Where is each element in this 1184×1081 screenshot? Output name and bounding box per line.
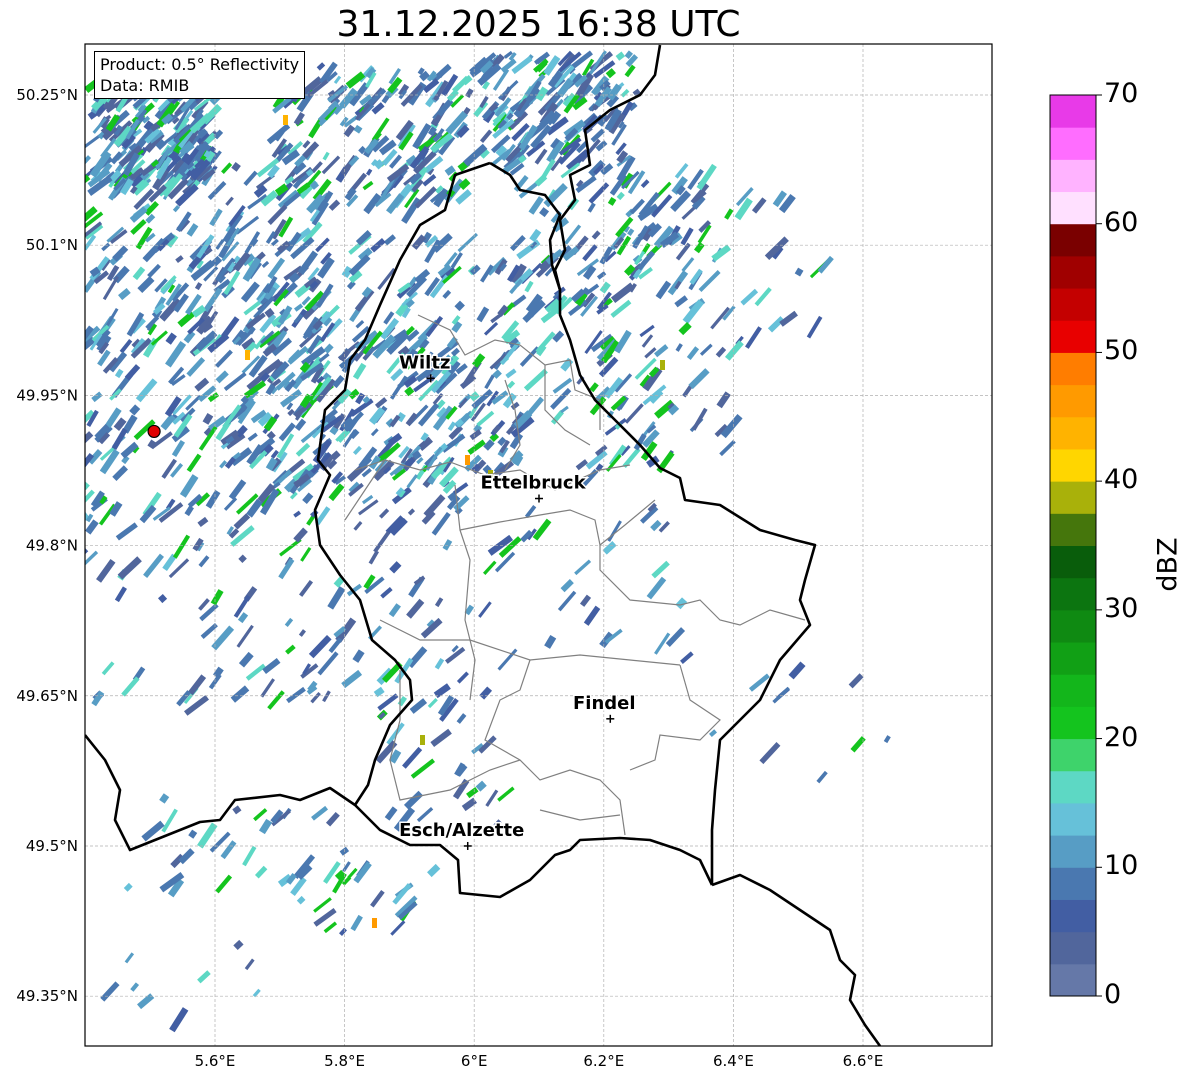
- product-info-box: Product: 0.5° Reflectivity Data: RMIB: [94, 51, 306, 99]
- colorbar-tick-label: 70: [1104, 78, 1139, 109]
- lat-tick-label: 49.65°N: [16, 687, 78, 705]
- colorbar-swatch: [1050, 706, 1096, 740]
- colorbar-swatch: [1050, 384, 1096, 418]
- colorbar-swatch: [1050, 416, 1096, 450]
- lon-tick-label: 5.8°E: [324, 1052, 365, 1070]
- colorbar-swatch: [1050, 288, 1096, 321]
- colorbar-swatch: [1050, 95, 1096, 128]
- lon-tick-label: 6.4°E: [713, 1052, 754, 1070]
- colorbar-swatch: [1050, 127, 1096, 160]
- colorbar-swatch: [1050, 159, 1096, 193]
- colorbar-swatch: [1050, 738, 1096, 772]
- strong-echo-cell: [660, 360, 665, 370]
- colorbar-tick-label: 50: [1104, 335, 1139, 367]
- strong-echo-cell: [465, 455, 470, 465]
- radar-map: 5.6°E 5.8°E 6°E 6.2°E 6.4°E 6.6°E 50.25°N 50.1°…: [16, 43, 1102, 1070]
- lon-tick-label: 6.6°E: [843, 1052, 884, 1070]
- colorbar-tick-label: 30: [1104, 592, 1139, 624]
- colorbar-swatch: [1050, 609, 1096, 643]
- colorbar-unit-label: dBZ: [1152, 537, 1184, 592]
- colorbar-swatch: [1050, 191, 1096, 225]
- lat-tick-label: 49.8°N: [26, 537, 78, 555]
- colorbar-tick-label: 20: [1104, 721, 1139, 753]
- strong-echo-cell: [283, 115, 288, 125]
- colorbar-tick-label: 10: [1104, 850, 1139, 882]
- lat-tick-label: 49.95°N: [16, 386, 78, 404]
- colorbar-swatch: [1050, 674, 1096, 707]
- city-label: Ettelbruck: [480, 473, 586, 494]
- colorbar-swatch: [1050, 577, 1096, 611]
- colorbar-swatch: [1050, 223, 1096, 257]
- strong-echo-cell: [420, 735, 425, 745]
- lon-tick-label: 5.6°E: [195, 1052, 236, 1070]
- colorbar-swatch: [1050, 931, 1096, 965]
- colorbar: [1049, 94, 1102, 997]
- colorbar-swatch: [1050, 545, 1096, 579]
- colorbar-swatch: [1050, 802, 1096, 836]
- lat-tick-label: 50.1°N: [26, 236, 78, 254]
- colorbar-swatch: [1050, 867, 1096, 900]
- colorbar-swatch: [1050, 899, 1096, 933]
- lat-tick-label: 49.35°N: [16, 987, 78, 1005]
- lon-tick-label: 6.2°E: [583, 1052, 624, 1070]
- colorbar-swatch: [1050, 481, 1096, 514]
- colorbar-tick-label: 60: [1104, 206, 1139, 238]
- strong-echo-cell: [372, 918, 377, 928]
- lat-tick-label: 50.25°N: [16, 86, 78, 104]
- colorbar-tick-label: 0: [1104, 979, 1122, 1010]
- colorbar-swatch: [1050, 770, 1096, 804]
- city-label: Findel: [573, 693, 636, 714]
- radar-site-marker: [147, 424, 161, 439]
- product-label: Product: 0.5° Reflectivity: [100, 55, 300, 74]
- data-source-label: Data: RMIB: [100, 76, 190, 95]
- colorbar-swatch: [1050, 448, 1096, 482]
- lon-tick-label: 6°E: [461, 1052, 488, 1070]
- colorbar-tick-label: 40: [1104, 464, 1139, 496]
- strong-echo-cell: [245, 350, 250, 360]
- city-label: Esch/Alzette: [399, 820, 524, 841]
- colorbar-swatch: [1050, 963, 1096, 997]
- lat-tick-label: 49.5°N: [26, 837, 78, 855]
- colorbar-swatch: [1050, 642, 1096, 675]
- colorbar-swatch: [1050, 835, 1096, 868]
- colorbar-swatch: [1050, 513, 1096, 546]
- colorbar-swatch: [1050, 320, 1096, 353]
- city-label: Wiltz: [399, 352, 450, 373]
- colorbar-swatch: [1050, 255, 1096, 289]
- colorbar-swatch: [1050, 352, 1096, 386]
